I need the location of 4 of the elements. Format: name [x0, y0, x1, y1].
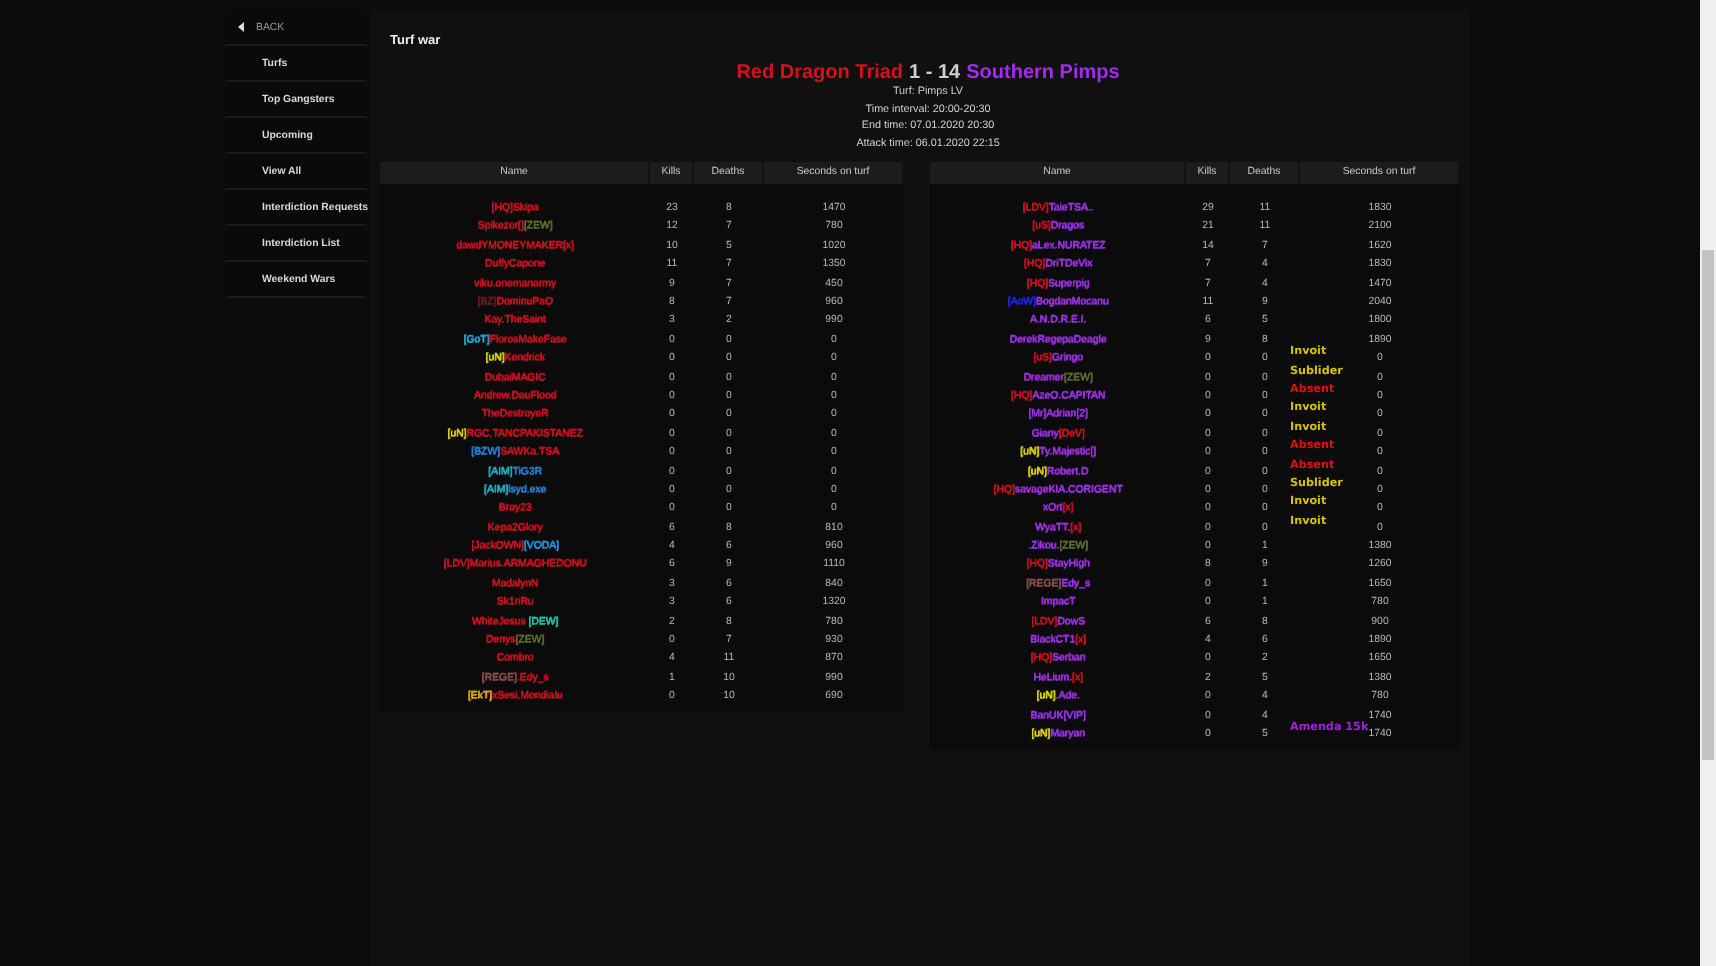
scrollbar[interactable] [1700, 0, 1716, 966]
back-arrow-icon [238, 22, 244, 32]
matchup-title: Red Dragon Triad 1 - 14 Southern Pimps [736, 62, 1120, 84]
scrollbar-thumb[interactable] [1702, 250, 1714, 760]
